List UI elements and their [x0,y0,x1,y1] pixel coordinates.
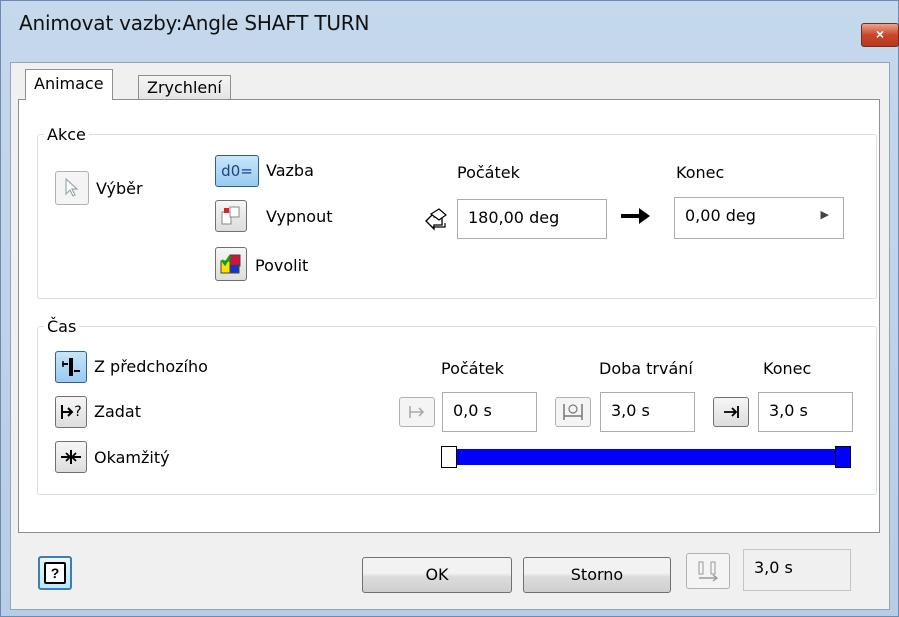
suppress-button[interactable] [215,200,247,232]
flip-direction-icon [425,208,447,231]
title-bar[interactable]: Animovat vazby:Angle SHAFT TURN [1,1,898,47]
select-button[interactable] [55,171,89,205]
help-button[interactable]: ? [38,556,72,590]
enable-button[interactable] [215,247,247,281]
ok-button-label: OK [425,565,449,584]
chevron-right-icon[interactable]: ▶ [821,208,829,221]
specify-icon [61,405,74,419]
time-start-input[interactable]: 0,0 s [442,392,537,432]
constraint-button[interactable]: d0= [215,155,259,187]
suppress-icon [221,206,240,225]
action-end-value: 0,00 deg [685,206,756,225]
action-start-value: 180,00 deg [468,208,560,227]
help-icon: ? [44,562,66,584]
total-time-icon [698,561,719,582]
specify-label: Zadat [94,402,141,421]
enable-label: Povolit [255,256,309,275]
start-time-icon [409,406,425,418]
end-time-button[interactable] [713,397,749,427]
flip-direction-button[interactable] [421,205,451,235]
from-previous-button[interactable] [55,351,87,383]
action-end-label: Konec [676,163,725,182]
tab-zrychleni-label: Zrychlení [147,78,222,97]
instantaneous-label: Okamžitý [94,448,170,467]
instantaneous-icon [61,450,81,464]
action-start-label: Počátek [457,163,520,182]
total-time-field: 3,0 s [743,549,851,591]
ok-button[interactable]: OK [362,557,512,593]
time-duration-input[interactable]: 3,0 s [600,392,695,432]
cancel-button-label: Storno [570,565,624,584]
constraint-label: Vazba [266,161,314,180]
instantaneous-button[interactable] [55,441,87,473]
cursor-arrow-icon [65,178,79,197]
action-end-input[interactable]: 0,00 deg ▶ [674,197,844,239]
time-duration-value: 3,0 s [611,401,650,420]
group-cas-legend: Čas [47,317,77,336]
total-time-value: 3,0 s [754,558,793,577]
start-time-button[interactable] [399,397,435,427]
time-slider-end-handle[interactable] [835,446,851,468]
suppress-label: Vypnout [266,207,333,226]
from-previous-label: Z předchozího [94,357,208,376]
dialog-window: Animovat vazby:Angle SHAFT TURN × Animac… [0,0,899,617]
time-end-label: Konec [763,359,812,378]
time-start-value: 0,0 s [453,401,492,420]
tab-animace-label: Animace [34,74,104,93]
enable-icon [220,254,241,274]
time-end-input[interactable]: 3,0 s [758,392,853,432]
arrow-right-icon [619,205,653,232]
select-label: Výběr [96,179,143,198]
time-start-label: Počátek [441,359,504,378]
time-slider-track[interactable] [448,449,848,465]
specify-button[interactable]: ? [55,396,87,428]
tab-zrychleni[interactable]: Zrychlení [138,75,231,101]
tab-animace[interactable]: Animace [25,69,113,100]
close-button[interactable]: × [861,23,899,47]
end-time-icon [724,406,739,418]
cancel-button[interactable]: Storno [523,557,671,593]
action-start-input[interactable]: 180,00 deg [457,199,607,239]
duration-icon [563,404,583,420]
window-title: Animovat vazby:Angle SHAFT TURN [19,11,370,35]
constraint-d0-icon: d0= [221,162,253,180]
time-end-value: 3,0 s [769,401,808,420]
time-duration-label: Doba trvání [599,359,693,378]
group-akce-legend: Akce [47,125,86,144]
duration-button[interactable] [555,397,591,427]
total-time-button[interactable] [686,553,730,589]
from-previous-icon [62,358,80,376]
time-slider-start-handle[interactable] [441,446,457,468]
